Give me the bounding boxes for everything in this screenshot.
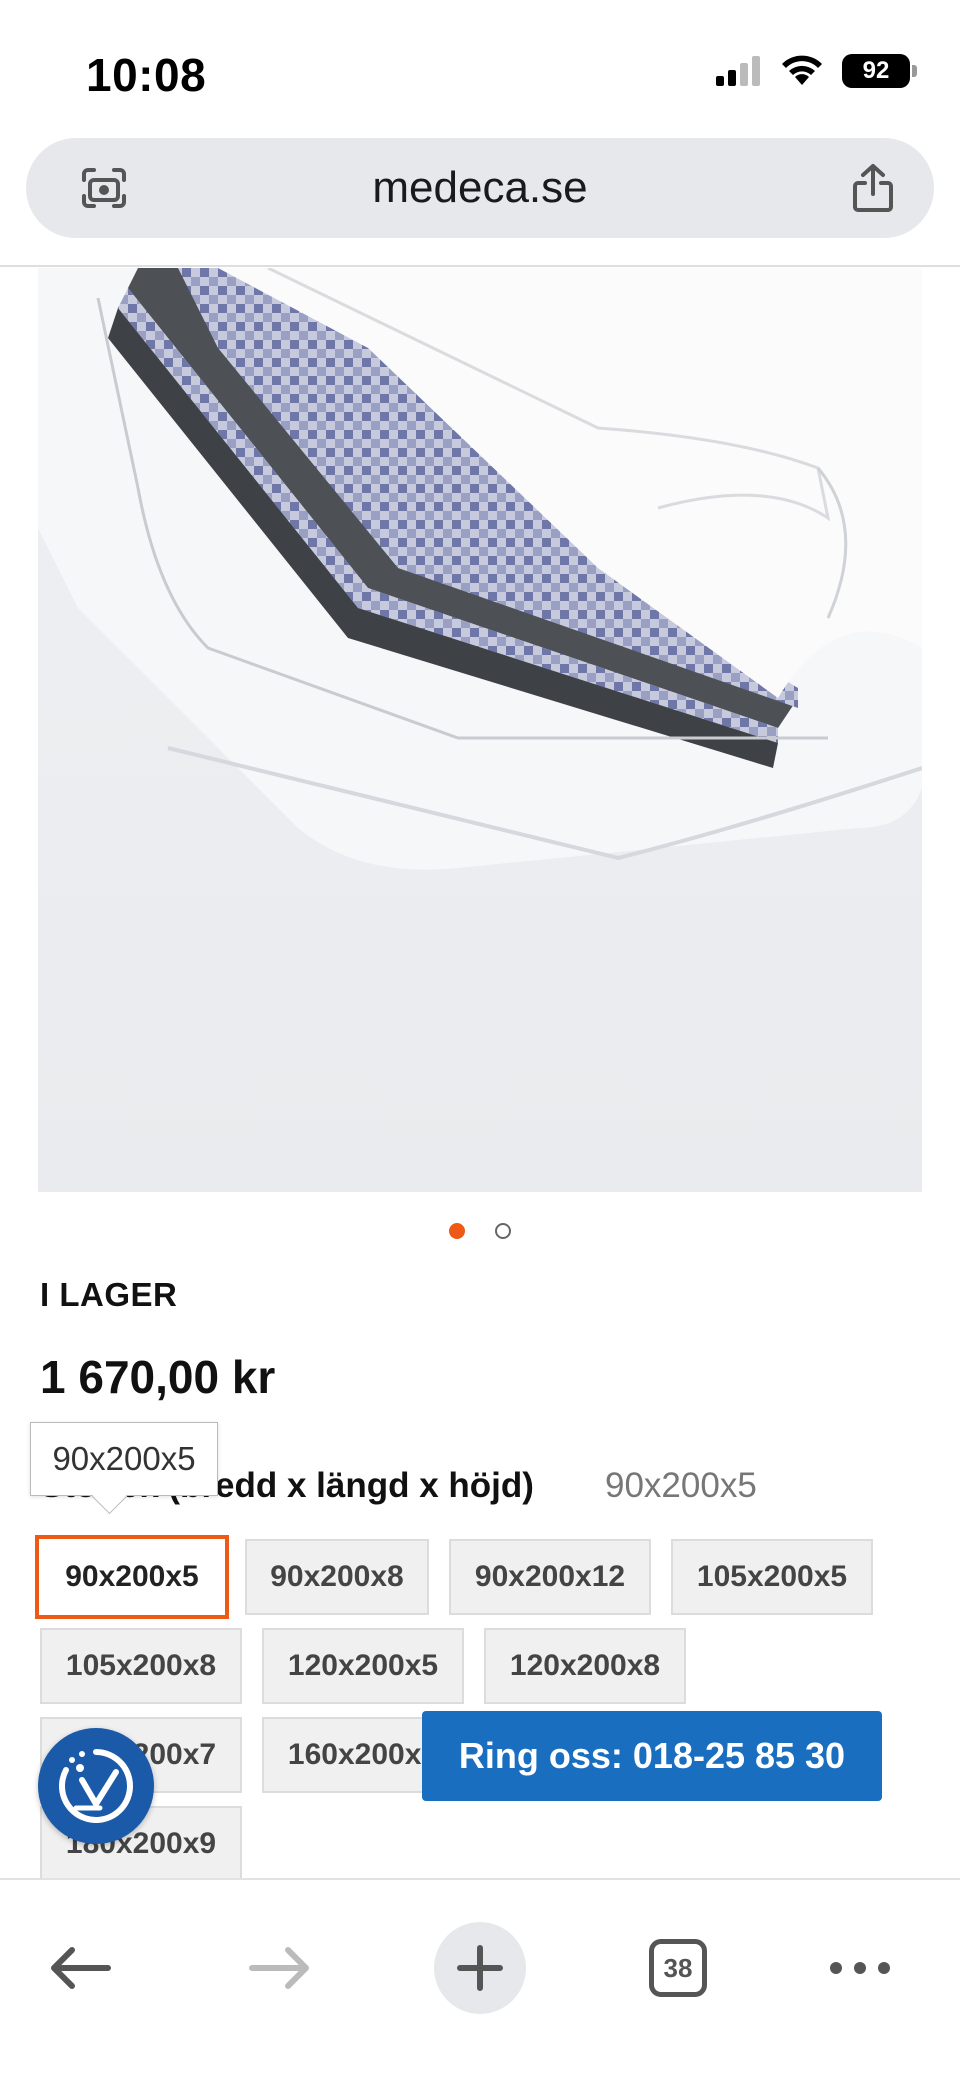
- status-icons: 92: [714, 54, 917, 88]
- url-text[interactable]: medeca.se: [372, 163, 587, 213]
- product-image[interactable]: [38, 268, 922, 1192]
- back-button[interactable]: [32, 1920, 128, 2016]
- mattress-cover-photo: [38, 268, 922, 1192]
- size-option[interactable]: 120x200x8: [484, 1628, 686, 1704]
- share-icon[interactable]: [850, 162, 896, 214]
- new-tab-button[interactable]: [434, 1922, 526, 2014]
- product-price: 1 670,00 kr: [40, 1351, 276, 1403]
- tabs-icon: 38: [649, 1939, 707, 1997]
- status-bar: 10:08 92: [0, 0, 960, 135]
- more-button[interactable]: [812, 1920, 908, 2016]
- size-option[interactable]: 90x200x8: [245, 1539, 429, 1615]
- size-selected-value: 90x200x5: [605, 1466, 757, 1505]
- size-option[interactable]: 90x200x5: [35, 1535, 229, 1619]
- tabs-button[interactable]: 38: [630, 1920, 726, 2016]
- back-arrow-icon: [51, 1947, 111, 1989]
- call-us-button[interactable]: Ring oss: 018-25 85 30: [422, 1711, 882, 1801]
- stock-status: I LAGER: [40, 1276, 178, 1313]
- accessibility-button[interactable]: [38, 1728, 154, 1844]
- forward-button[interactable]: [232, 1920, 328, 2016]
- size-option[interactable]: 120x200x5: [262, 1628, 464, 1704]
- size-option[interactable]: 105x200x8: [40, 1628, 242, 1704]
- cellular-signal-icon: [716, 56, 760, 86]
- visual-search-icon[interactable]: [80, 166, 128, 210]
- battery-level: 92: [862, 57, 890, 84]
- carousel-dot-1[interactable]: [449, 1223, 465, 1239]
- size-option[interactable]: 105x200x5: [671, 1539, 873, 1615]
- browser-toolbar: 38: [0, 1878, 960, 2079]
- carousel-dot-2[interactable]: [495, 1223, 511, 1239]
- tabs-count: 38: [663, 1952, 693, 1983]
- accessibility-icon: [59, 1749, 133, 1823]
- battery-icon: 92: [842, 54, 917, 88]
- more-icon: [830, 1962, 890, 1974]
- size-tooltip: 90x200x5: [30, 1422, 218, 1496]
- address-divider: [0, 265, 960, 267]
- wifi-icon: [782, 55, 822, 85]
- new-tab-plus-icon: [457, 1945, 503, 1991]
- status-time: 10:08: [86, 49, 207, 101]
- size-option[interactable]: 90x200x12: [449, 1539, 651, 1615]
- forward-arrow-icon: [249, 1947, 309, 1989]
- address-bar[interactable]: medeca.se: [26, 138, 934, 238]
- carousel-dots: [0, 1221, 960, 1241]
